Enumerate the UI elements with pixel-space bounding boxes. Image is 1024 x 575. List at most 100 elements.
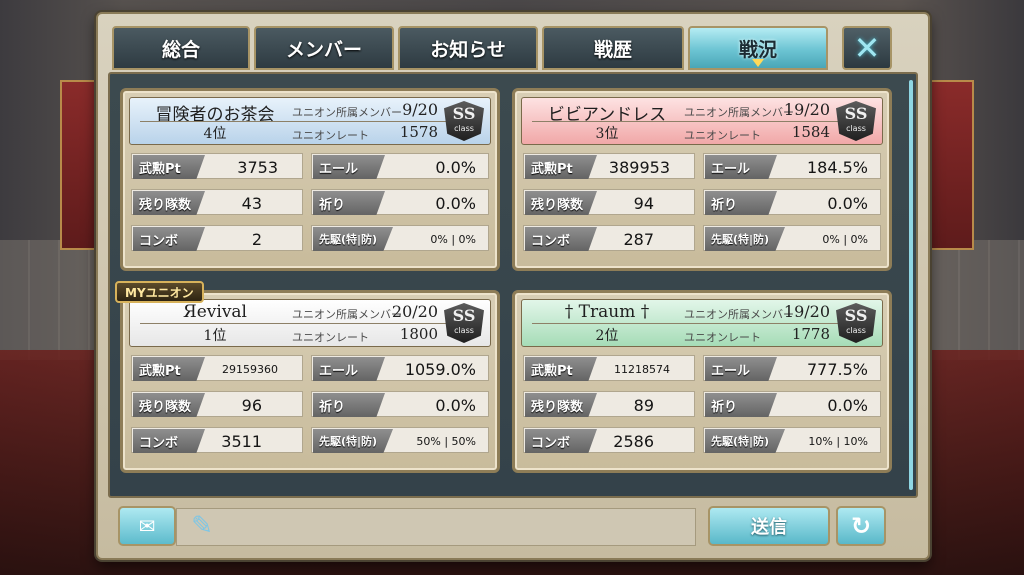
stamp-icon: ✉	[138, 514, 156, 538]
stat-remaining: 残り隊数 94	[523, 189, 695, 215]
stat-pt-value: 389953	[608, 157, 670, 177]
close-icon: ✕	[853, 29, 881, 67]
chat-input[interactable]	[176, 508, 696, 546]
stat-combo: コンボ 287	[523, 225, 695, 251]
stat-pray-value: 0.0%	[435, 193, 476, 213]
stat-row: 武勲Pt 389953 エール 184.5%	[523, 153, 881, 181]
stat-vanguard: 先駆(特|防) 0% | 0%	[703, 225, 881, 251]
tab-battle-status-label: 戦況	[738, 38, 777, 61]
close-button[interactable]: ✕	[842, 26, 892, 70]
union-panel: MYユニオン Яevival 1位 ユニオン所属メンバー 20/20 ユニオンレ…	[115, 281, 500, 473]
class-word: class	[846, 124, 866, 133]
header-divider	[532, 323, 872, 324]
union-name: † Traum †	[564, 302, 650, 322]
union-header[interactable]: ビビアンドレス 3位 ユニオン所属メンバー 19/20 ユニオンレート 1584…	[521, 97, 883, 145]
header-divider	[532, 121, 872, 122]
stat-pray-label: 祈り	[313, 393, 385, 417]
member-count: 20/20	[391, 302, 438, 321]
member-count-label: ユニオン所属メンバー	[684, 308, 794, 321]
stat-yell-value: 1059.0%	[404, 359, 476, 379]
stat-pray-value: 0.0%	[827, 395, 868, 415]
stat-pt-label: 武勲Pt	[525, 357, 597, 381]
stat-remaining-value: 94	[633, 193, 654, 213]
stat-remaining: 残り隊数 43	[131, 189, 303, 215]
stat-combo-value: 3511	[221, 431, 262, 451]
stat-yell-label: エール	[705, 155, 777, 179]
stat-remaining-label: 残り隊数	[525, 393, 597, 417]
union-rank: 4位	[203, 126, 227, 142]
stat-row: 残り隊数 94 祈り 0.0%	[523, 189, 881, 217]
stat-vanguard-label: 先駆(特|防)	[313, 429, 393, 453]
stat-pray: 祈り 0.0%	[703, 189, 881, 215]
stat-remaining-label: 残り隊数	[525, 191, 597, 215]
member-count: 19/20	[783, 302, 830, 321]
stat-pt-value: 29159360	[222, 362, 278, 376]
union-rank: 1位	[203, 328, 227, 344]
stat-pt: 武勲Pt 11218574	[523, 355, 695, 381]
refresh-button[interactable]: ↻	[836, 506, 886, 546]
stamp-button[interactable]: ✉	[118, 506, 176, 546]
class-badge-icon: SS class	[444, 303, 484, 343]
member-count-label: ユニオン所属メンバー	[684, 106, 794, 119]
my-union-tag: MYユニオン	[115, 281, 204, 303]
stat-row: コンボ 287 先駆(特|防) 0% | 0%	[523, 225, 881, 253]
stat-vanguard: 先駆(特|防) 50% | 50%	[311, 427, 489, 453]
stat-pray: 祈り 0.0%	[703, 391, 881, 417]
tab-notices[interactable]: お知らせ	[398, 26, 538, 70]
stat-vanguard-label: 先駆(特|防)	[705, 227, 785, 251]
header-divider	[140, 121, 480, 122]
send-button[interactable]: 送信	[708, 506, 830, 546]
stat-yell-label: エール	[313, 357, 385, 381]
stat-remaining-value: 89	[633, 395, 654, 415]
background-banner-right	[930, 80, 974, 250]
stat-remaining: 残り隊数 96	[131, 391, 303, 417]
class-rank: SS	[452, 306, 476, 325]
stat-yell: エール 184.5%	[703, 153, 881, 179]
stat-pt: 武勲Pt 389953	[523, 153, 695, 179]
class-rank: SS	[844, 104, 868, 123]
stat-remaining-value: 96	[241, 395, 262, 415]
scrollbar[interactable]	[909, 80, 913, 490]
class-rank: SS	[452, 104, 476, 123]
stat-pray: 祈り 0.0%	[311, 391, 489, 417]
stat-pray-label: 祈り	[705, 191, 777, 215]
stat-row: コンボ 3511 先駆(特|防) 50% | 50%	[131, 427, 489, 455]
union-panel: ビビアンドレス 3位 ユニオン所属メンバー 19/20 ユニオンレート 1584…	[512, 88, 892, 271]
class-word: class	[846, 326, 866, 335]
stat-combo: コンボ 3511	[131, 427, 303, 453]
active-tab-indicator-icon	[752, 59, 764, 67]
stat-yell-value: 0.0%	[435, 157, 476, 177]
stat-pray-label: 祈り	[705, 393, 777, 417]
member-count-label: ユニオン所属メンバー	[292, 106, 402, 119]
union-rank: 2位	[595, 328, 619, 344]
union-header[interactable]: Яevival 1位 ユニオン所属メンバー 20/20 ユニオンレート 1800…	[129, 299, 491, 347]
stat-combo: コンボ 2586	[523, 427, 695, 453]
stat-yell: エール 1059.0%	[311, 355, 489, 381]
stat-yell-label: エール	[313, 155, 385, 179]
header-divider	[140, 323, 480, 324]
union-header[interactable]: 冒険者のお茶会 4位 ユニオン所属メンバー 9/20 ユニオンレート 1578 …	[129, 97, 491, 145]
stat-yell-label: エール	[705, 357, 777, 381]
tab-members[interactable]: メンバー	[254, 26, 394, 70]
union-header[interactable]: † Traum † 2位 ユニオン所属メンバー 19/20 ユニオンレート 17…	[521, 299, 883, 347]
send-button-label: 送信	[751, 517, 787, 538]
member-count: 9/20	[402, 100, 438, 119]
stat-vanguard: 先駆(特|防) 10% | 10%	[703, 427, 881, 453]
class-rank: SS	[844, 306, 868, 325]
tab-overview[interactable]: 総合	[112, 26, 250, 70]
tab-battle-status[interactable]: 戦況	[688, 26, 828, 70]
stat-vanguard-value: 0% | 0%	[822, 232, 868, 246]
union-rate-label: ユニオンレート	[684, 129, 761, 142]
union-rate: 1578	[399, 123, 438, 141]
union-panel: † Traum † 2位 ユニオン所属メンバー 19/20 ユニオンレート 17…	[512, 290, 892, 473]
stat-pt-label: 武勲Pt	[525, 155, 597, 179]
member-count-label: ユニオン所属メンバー	[292, 308, 402, 321]
stat-row: コンボ 2 先駆(特|防) 0% | 0%	[131, 225, 489, 253]
stat-remaining-value: 43	[241, 193, 262, 213]
stat-combo-label: コンボ	[525, 227, 597, 251]
tab-history[interactable]: 戦歴	[542, 26, 684, 70]
stat-pt-value: 11218574	[614, 362, 670, 376]
stat-row: 残り隊数 96 祈り 0.0%	[131, 391, 489, 419]
union-rate-label: ユニオンレート	[292, 129, 369, 142]
stat-vanguard-value: 0% | 0%	[430, 232, 476, 246]
